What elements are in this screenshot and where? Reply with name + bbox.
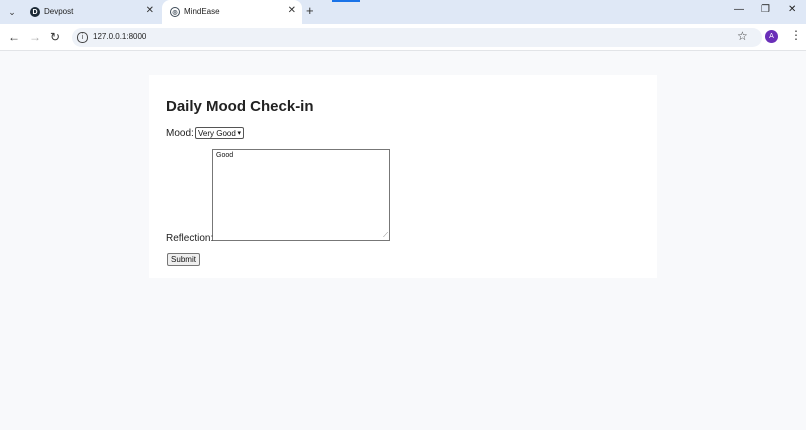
site-info-icon[interactable]: i <box>77 32 88 43</box>
window-close-icon[interactable]: ✕ <box>788 4 796 15</box>
reflection-text: Good <box>216 152 234 159</box>
restore-icon[interactable]: ❐ <box>761 4 770 15</box>
bookmark-star-icon[interactable]: ☆ <box>737 29 748 43</box>
submit-button[interactable]: Submit <box>167 253 200 266</box>
devpost-favicon-icon: D <box>30 7 40 17</box>
tab-accent-strip <box>332 0 360 2</box>
back-arrow-icon[interactable]: ← <box>8 30 20 44</box>
tab-title: MindEase <box>184 7 220 16</box>
forward-arrow-icon[interactable]: → <box>29 30 41 44</box>
resize-handle-icon[interactable]: ⟋ <box>383 232 388 240</box>
mood-select-value: Very Good <box>198 129 236 138</box>
mood-select[interactable]: Very Good ▾ <box>195 127 244 139</box>
close-icon[interactable]: ✕ <box>146 5 154 16</box>
new-tab-button[interactable]: + <box>306 3 314 18</box>
minimize-icon[interactable]: — <box>734 4 744 15</box>
url-text[interactable]: 127.0.0.1:8000 <box>93 32 146 41</box>
tab-strip: ⌄ D Devpost ✕ ◎ MindEase ✕ + — ❐ ✕ <box>0 0 806 24</box>
close-icon[interactable]: ✕ <box>288 5 296 16</box>
tab-search-button[interactable]: ⌄ <box>4 4 20 20</box>
tab-title: Devpost <box>44 7 74 16</box>
globe-icon: ◎ <box>170 7 180 17</box>
address-bar[interactable]: i 127.0.0.1:8000 <box>72 28 762 47</box>
chevron-down-icon: ▾ <box>237 130 241 137</box>
tab-devpost[interactable]: D Devpost ✕ <box>22 0 160 24</box>
tab-mindease[interactable]: ◎ MindEase ✕ <box>162 0 302 24</box>
reflection-label: Reflection: <box>166 233 214 244</box>
reload-icon[interactable]: ↻ <box>50 30 60 44</box>
mood-label: Mood: <box>166 128 194 139</box>
checkin-card: Daily Mood Check-in Mood: Very Good ▾ Go… <box>149 75 657 278</box>
avatar[interactable]: A <box>765 30 778 43</box>
page-title: Daily Mood Check-in <box>166 98 314 115</box>
menu-kebab-icon[interactable]: ⋮ <box>790 28 802 42</box>
browser-toolbar: ← → ↻ i 127.0.0.1:8000 <box>0 24 806 51</box>
reflection-textarea[interactable]: Good ⟋ <box>212 149 390 241</box>
